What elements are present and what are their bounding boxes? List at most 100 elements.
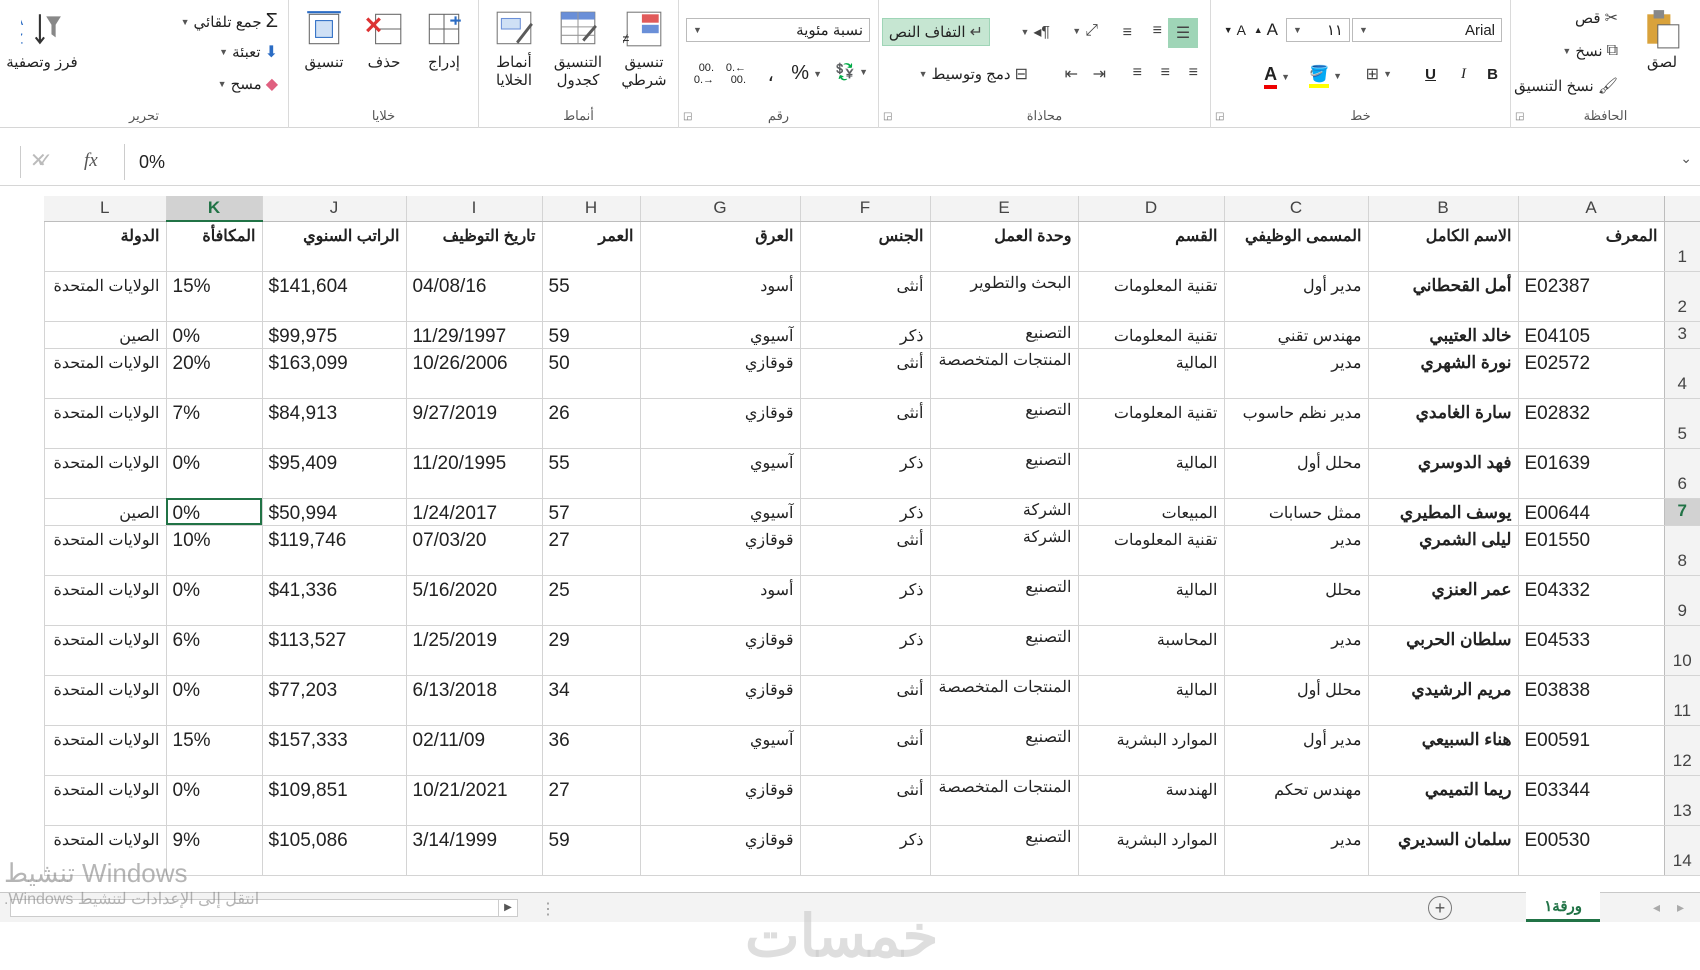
header-cell[interactable]: المسمى الوظيفي xyxy=(1223,221,1368,272)
table-cell[interactable]: ذكر xyxy=(799,575,930,626)
decrease-font-button[interactable]: A ▼ xyxy=(1224,22,1246,38)
table-cell[interactable]: 29 xyxy=(541,625,640,676)
table-cell[interactable]: تقنية المعلومات xyxy=(1077,398,1224,449)
table-cell[interactable]: 10/26/2006 xyxy=(405,348,542,399)
middle-align-button[interactable]: ≡ xyxy=(1153,22,1162,40)
row-header[interactable]: 10 xyxy=(1663,625,1700,676)
table-cell[interactable]: الولايات المتحدة xyxy=(43,448,166,499)
table-cell[interactable]: E04332 xyxy=(1517,575,1664,626)
orientation-button[interactable]: ⤢ ▼ xyxy=(1072,22,1098,40)
fill-color-button[interactable]: ▼ 🪣 xyxy=(1309,64,1342,88)
table-cell[interactable]: المالية xyxy=(1077,348,1224,399)
table-cell[interactable]: $141,604 xyxy=(261,271,406,322)
sort-filter-button[interactable]: AZ فرز وتصفية xyxy=(6,8,78,72)
number-format-select[interactable]: نسبة مئوية ▼ xyxy=(686,18,870,42)
table-cell[interactable]: قوقازي xyxy=(639,825,800,876)
table-cell[interactable]: $99,975 xyxy=(261,321,406,349)
table-cell[interactable]: 10% xyxy=(165,525,262,576)
row-header[interactable]: 12 xyxy=(1663,725,1700,776)
table-cell[interactable]: 07/03/20 xyxy=(405,525,542,576)
header-cell[interactable]: الاسم الكامل xyxy=(1367,221,1518,272)
table-cell[interactable]: E00644 xyxy=(1517,498,1664,526)
header-cell[interactable]: العمر xyxy=(541,221,640,272)
header-cell[interactable]: وحدة العمل xyxy=(929,221,1078,272)
underline-button[interactable]: U xyxy=(1425,66,1436,83)
table-cell[interactable]: الشركة xyxy=(929,525,1078,576)
row-header[interactable]: 9 xyxy=(1663,575,1700,626)
table-cell[interactable]: 5/16/2020 xyxy=(405,575,542,626)
table-cell[interactable]: الصين xyxy=(43,321,166,349)
row-header[interactable]: 1 xyxy=(1663,221,1700,272)
dialog-launcher-icon[interactable]: ◲ xyxy=(883,111,892,122)
header-cell[interactable]: تاريخ التوظيف xyxy=(405,221,542,272)
table-cell[interactable]: التصنيع xyxy=(929,321,1078,349)
table-cell[interactable]: آسيوي xyxy=(639,448,800,499)
table-cell[interactable]: المالية xyxy=(1077,448,1224,499)
table-cell[interactable]: 9/27/2019 xyxy=(405,398,542,449)
row-header[interactable]: 7 xyxy=(1663,498,1700,526)
select-all-corner[interactable] xyxy=(1663,196,1700,222)
table-cell[interactable]: المنتجات المتخصصة xyxy=(929,675,1078,726)
table-cell[interactable]: أمل القحطاني xyxy=(1367,271,1518,322)
column-header-f[interactable]: F xyxy=(800,196,931,222)
insert-function-icon[interactable]: fx xyxy=(84,150,98,172)
format-as-table-button[interactable]: التنسيق كجدول xyxy=(548,8,608,90)
table-cell[interactable]: محلل أول xyxy=(1223,675,1368,726)
table-cell[interactable]: أنثى xyxy=(799,675,930,726)
header-cell[interactable]: المعرف xyxy=(1517,221,1664,272)
table-cell[interactable]: البحث والتطوير xyxy=(929,271,1078,322)
accounting-format-button[interactable]: ▼ 💱 xyxy=(835,62,868,82)
increase-indent-button[interactable]: ⇥ xyxy=(1093,64,1106,84)
table-cell[interactable]: التصنيع xyxy=(929,625,1078,676)
table-cell[interactable]: قوقازي xyxy=(639,525,800,576)
table-cell[interactable]: 25 xyxy=(541,575,640,626)
scroll-next-sheet-icon[interactable]: ▸ xyxy=(1677,899,1684,916)
table-cell[interactable]: تقنية المعلومات xyxy=(1077,525,1224,576)
table-cell[interactable]: $41,336 xyxy=(261,575,406,626)
table-cell[interactable]: 04/08/16 xyxy=(405,271,542,322)
header-cell[interactable]: الدولة xyxy=(43,221,166,272)
table-cell[interactable]: 0% xyxy=(165,775,262,826)
row-header[interactable]: 6 xyxy=(1663,448,1700,499)
table-cell[interactable]: E02387 xyxy=(1517,271,1664,322)
table-cell[interactable]: خالد العتيبي xyxy=(1367,321,1518,349)
column-header-a[interactable]: A xyxy=(1518,196,1665,222)
table-cell[interactable]: الشركة xyxy=(929,498,1078,526)
row-header[interactable]: 4 xyxy=(1663,348,1700,399)
table-cell[interactable]: E03344 xyxy=(1517,775,1664,826)
table-cell[interactable]: 0% xyxy=(165,675,262,726)
table-cell[interactable]: 26 xyxy=(541,398,640,449)
table-cell[interactable]: تقنية المعلومات xyxy=(1077,271,1224,322)
decrease-indent-button[interactable]: ⇤ xyxy=(1065,64,1078,84)
table-cell[interactable]: قوقازي xyxy=(639,398,800,449)
table-cell[interactable]: 27 xyxy=(541,775,640,826)
table-cell[interactable]: 0% xyxy=(165,448,262,499)
table-cell[interactable]: E01550 xyxy=(1517,525,1664,576)
table-cell[interactable]: مدير xyxy=(1223,525,1368,576)
table-cell[interactable]: 15% xyxy=(165,725,262,776)
header-cell[interactable]: المكافأة xyxy=(165,221,262,272)
table-cell[interactable]: الولايات المتحدة xyxy=(43,675,166,726)
merge-center-button[interactable]: ⊟ دمج وتوسيط ▼ xyxy=(919,64,1028,84)
table-cell[interactable]: المالية xyxy=(1077,575,1224,626)
row-header[interactable]: 5 xyxy=(1663,398,1700,449)
column-header-e[interactable]: E xyxy=(930,196,1079,222)
align-right-button[interactable]: ≡ xyxy=(1189,64,1198,82)
dialog-launcher-icon[interactable]: ◲ xyxy=(683,111,692,122)
row-header[interactable]: 13 xyxy=(1663,775,1700,826)
table-cell[interactable]: 36 xyxy=(541,725,640,776)
table-cell[interactable]: 6/13/2018 xyxy=(405,675,542,726)
wrap-text-button[interactable]: ↵ التفاف النص xyxy=(881,18,990,46)
table-cell[interactable]: الولايات المتحدة xyxy=(43,775,166,826)
table-cell[interactable]: ممثل حسابات xyxy=(1223,498,1368,526)
table-cell[interactable]: 10/21/2021 xyxy=(405,775,542,826)
align-left-button[interactable]: ≡ xyxy=(1133,64,1142,82)
font-size-select[interactable]: ١١ ▼ xyxy=(1286,18,1350,42)
table-cell[interactable]: مريم الرشيدي xyxy=(1367,675,1518,726)
table-cell[interactable]: محلل xyxy=(1223,575,1368,626)
tab-splitter[interactable]: ⋮ xyxy=(540,899,556,919)
cut-button[interactable]: ✂ قص xyxy=(1575,8,1618,28)
borders-button[interactable]: ▼ ⊞ xyxy=(1366,64,1392,84)
table-cell[interactable]: الموارد البشرية xyxy=(1077,825,1224,876)
table-cell[interactable]: سلطان الحربي xyxy=(1367,625,1518,676)
